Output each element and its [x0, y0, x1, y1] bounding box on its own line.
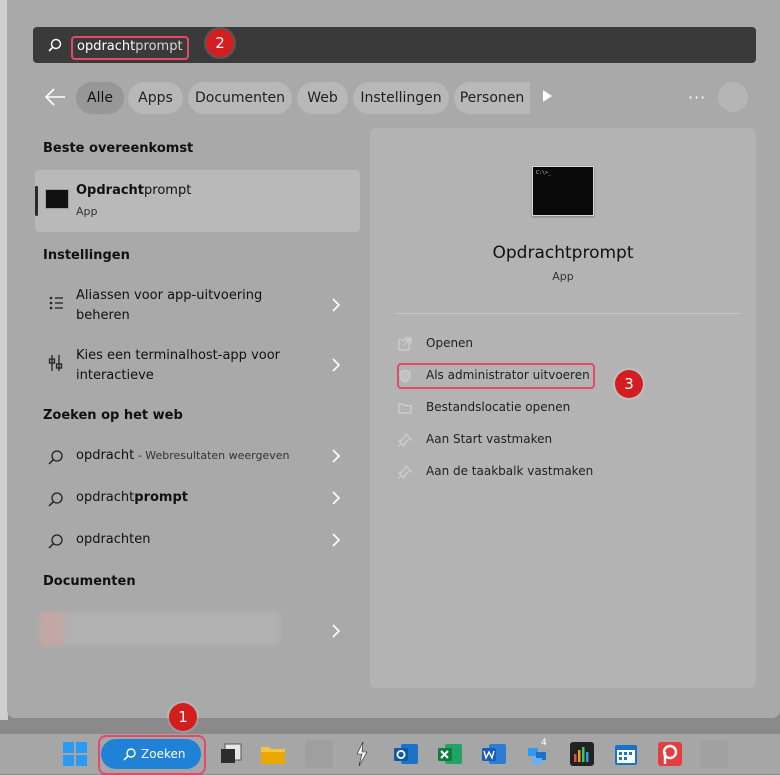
tab-personen[interactable]: Personen	[454, 82, 530, 114]
web-result-text: opdracht	[76, 448, 135, 463]
search-query-typed: opdracht	[77, 39, 136, 54]
taskbar: Zoeken 4	[0, 734, 780, 775]
documents-heading: Documenten	[43, 574, 136, 589]
action-label: Aan Start vastmaken	[426, 432, 553, 446]
search-icon	[48, 492, 63, 507]
best-match-name: Opdrachtprompt	[76, 183, 192, 198]
p-app-icon[interactable]	[656, 740, 684, 768]
chevron-right-icon	[332, 358, 341, 372]
settings-item-line2: beheren	[76, 308, 130, 323]
selection-indicator	[35, 186, 38, 216]
web-result-suffix: - Webresultaten weergeven	[134, 449, 290, 462]
best-match-item[interactable]: Opdrachtprompt App	[35, 170, 360, 232]
step-badge-3: 3	[615, 370, 643, 398]
step-badge-1: 1	[169, 703, 197, 731]
action-pin-to-start[interactable]: Aan Start vastmaken	[398, 432, 598, 450]
taskbar-notification-count: 4	[541, 738, 547, 748]
open-external-icon	[398, 337, 412, 351]
highlight-run-as-administrator	[397, 363, 595, 389]
search-icon	[48, 534, 63, 549]
search-box[interactable]: opdrachtprompt	[33, 27, 756, 63]
best-match-heading: Beste overeenkomst	[43, 141, 194, 156]
calendar-icon[interactable]	[612, 740, 640, 768]
chevron-right-icon	[332, 491, 341, 505]
back-arrow-icon[interactable]	[44, 88, 66, 106]
detail-type: App	[552, 270, 574, 283]
search-query-highlight[interactable]: opdrachtprompt	[71, 36, 189, 60]
command-prompt-icon	[45, 189, 69, 209]
tab-instellingen[interactable]: Instellingen	[353, 82, 449, 114]
search-icon	[48, 450, 63, 465]
tab-web[interactable]: Web	[297, 82, 348, 114]
sliders-icon	[48, 355, 63, 371]
chevron-right-icon	[332, 533, 341, 547]
file-explorer-icon[interactable]	[259, 740, 287, 768]
folder-icon	[398, 403, 412, 414]
chevron-right-icon	[332, 298, 341, 312]
equalizer-app-icon[interactable]	[568, 740, 596, 768]
chevron-right-icon	[332, 624, 341, 638]
blurred-app-icon[interactable]	[700, 740, 728, 768]
search-query-completion: prompt	[135, 39, 183, 54]
web-result-bold: prompt	[134, 490, 188, 505]
lightning-app-icon[interactable]	[348, 740, 376, 768]
pin-icon	[398, 465, 412, 479]
web-result-opdrachten[interactable]: opdrachten	[35, 530, 360, 552]
detail-pane: C:\>_ Opdrachtprompt App Openen Als admi…	[370, 128, 756, 688]
settings-item-line2: interactieve	[76, 368, 154, 383]
web-result-text: opdrachten	[76, 532, 151, 547]
settings-item-line1: Aliassen voor app-uitvoering	[76, 288, 263, 303]
action-label: Aan de taakbalk vastmaken	[426, 464, 594, 478]
chevron-right-icon	[332, 449, 341, 463]
pin-icon	[398, 433, 412, 447]
word-icon[interactable]	[480, 740, 508, 768]
blurred-app-icon[interactable]	[305, 740, 333, 768]
action-label: Bestandslocatie openen	[426, 400, 571, 414]
tab-alle[interactable]: Alle	[76, 82, 124, 114]
step-badge-2: 2	[206, 29, 234, 57]
divider	[396, 313, 740, 314]
command-prompt-large-icon: C:\>_	[532, 166, 594, 216]
settings-item-line1: Kies een terminalhost-app voor	[76, 348, 281, 363]
web-result-text: opdracht	[76, 490, 135, 505]
list-settings-icon	[49, 296, 63, 310]
task-view-icon[interactable]	[217, 740, 245, 768]
windows-start-icon[interactable]	[62, 741, 88, 767]
web-result-opdracht[interactable]: opdracht - Webresultaten weergeven	[35, 446, 360, 468]
web-search-heading: Zoeken op het web	[43, 408, 183, 423]
settings-item-app-aliases[interactable]: Aliassen voor app-uitvoering beheren	[35, 286, 360, 330]
action-label: Openen	[426, 336, 474, 350]
scroll-tabs-right-icon[interactable]	[543, 90, 552, 102]
action-open-file-location[interactable]: Bestandslocatie openen	[398, 400, 598, 418]
detail-title: Opdrachtprompt	[492, 243, 634, 263]
action-open[interactable]: Openen	[398, 336, 598, 354]
outlook-icon[interactable]	[392, 740, 420, 768]
settings-item-terminal-host[interactable]: Kies een terminalhost-app voor interactie…	[35, 346, 360, 390]
best-match-type: App	[76, 205, 98, 218]
avatar[interactable]	[718, 82, 748, 112]
search-icon	[48, 38, 62, 52]
excel-icon[interactable]	[436, 740, 464, 768]
web-result-opdrachtprompt[interactable]: opdrachtprompt	[35, 488, 360, 510]
settings-heading: Instellingen	[43, 248, 130, 263]
highlight-search-button	[98, 735, 206, 775]
tab-apps[interactable]: Apps	[128, 82, 183, 114]
action-pin-to-taskbar[interactable]: Aan de taakbalk vastmaken	[398, 464, 598, 482]
tab-documenten[interactable]: Documenten	[188, 82, 292, 114]
more-options-button[interactable]: ···	[688, 88, 706, 107]
document-item-blurred[interactable]	[40, 612, 280, 646]
